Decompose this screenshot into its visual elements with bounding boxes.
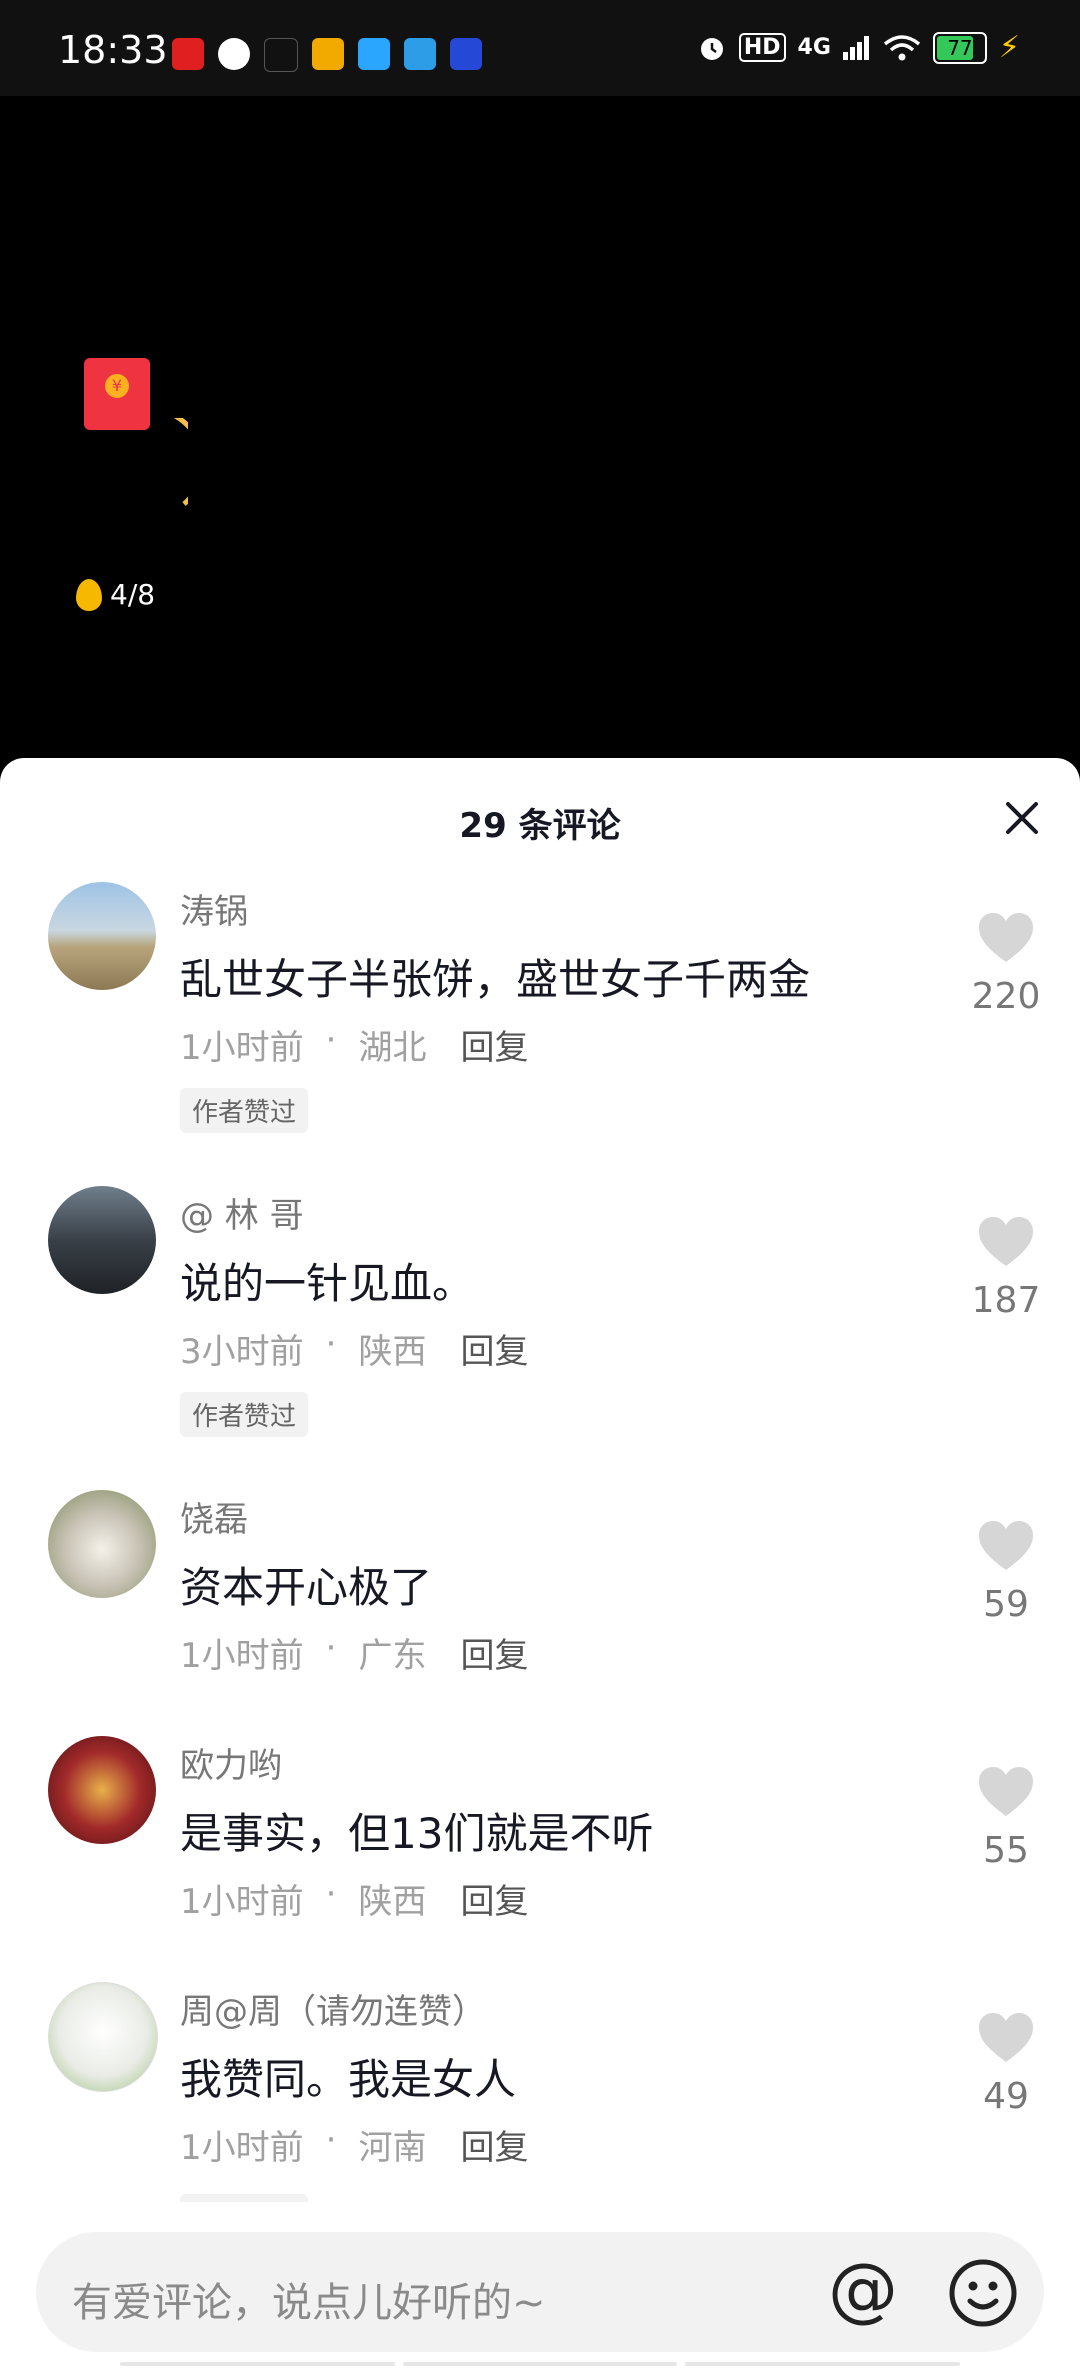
notification-icons (172, 38, 482, 72)
comment-time: 1小时前 (180, 2128, 304, 2168)
comment-meta: 1小时前 · 广东 回复 (180, 1628, 528, 1677)
avatar[interactable] (48, 882, 156, 990)
red-packet-icon[interactable]: ¥ (84, 358, 150, 430)
wifi-icon (883, 34, 921, 60)
comment-username[interactable]: 饶磊 (180, 1492, 248, 1541)
reply-button[interactable]: 回复 (460, 1628, 528, 1677)
comment-username[interactable]: @ 林 哥 (180, 1188, 304, 1237)
avatar[interactable] (48, 1736, 156, 1844)
emoji-button[interactable] (948, 2258, 1018, 2332)
comment-location: 广东 (358, 1636, 427, 1676)
author-liked-badge: 作者赞过 (180, 1088, 309, 1133)
comment-time: 1小时前 (180, 1636, 304, 1676)
like-button[interactable]: 220 (966, 912, 1046, 1017)
like-button[interactable]: 59 (966, 1520, 1046, 1625)
like-count: 59 (983, 1584, 1029, 1625)
hd-badge: HD (738, 33, 786, 62)
mention-button[interactable]: @ (828, 2254, 898, 2324)
network-type: 4G (797, 35, 831, 60)
signal-icon (842, 35, 869, 60)
battery-indicator: 77 (932, 31, 987, 64)
comments-title: 29 条评论 (459, 806, 621, 846)
progress-ring-icon (112, 418, 188, 506)
comment-time: 1小时前 (180, 1882, 304, 1922)
heart-icon (979, 1217, 1033, 1266)
like-button[interactable]: 55 (966, 1766, 1046, 1871)
author-liked-badge: 作者赞过 (180, 1392, 309, 1437)
avatar[interactable] (48, 1186, 156, 1294)
comment-time: 1小时前 (180, 1028, 304, 1068)
comment-meta: 3小时前 · 陕西 回复 (180, 1324, 528, 1373)
battery-level: 77 (947, 35, 973, 60)
home-indicator (120, 2362, 961, 2366)
speed-app-icon (218, 38, 250, 70)
avatar[interactable] (48, 1490, 156, 1598)
reply-button[interactable]: 回复 (460, 1874, 528, 1923)
heart-icon (979, 2013, 1033, 2062)
comment-text: 我赞同。我是女人 (180, 2055, 517, 2104)
smile-icon (949, 2259, 1017, 2327)
charging-icon: ⚡ (998, 30, 1020, 65)
comment-username[interactable]: 周@周（请勿连赞） (180, 1984, 486, 2033)
egg-progress-text: 4/8 (110, 578, 156, 611)
meta-separator: · (325, 2120, 337, 2160)
like-count: 49 (983, 2076, 1029, 2117)
golden-egg-progress: 4/8 (76, 578, 155, 611)
avatar[interactable] (48, 1982, 158, 2092)
meta-separator: · (325, 1324, 337, 1364)
comment-meta: 1小时前 · 湖北 回复 (180, 1020, 528, 1069)
job-app-icon (450, 38, 482, 70)
comment-text: 乱世女子半张饼，盛世女子千两金 (180, 955, 811, 1004)
comment-location: 陕西 (358, 1882, 427, 1922)
heart-icon (979, 1767, 1033, 1816)
golden-egg-icon (76, 578, 102, 611)
comment-location: 河南 (358, 2128, 427, 2168)
comment-meta: 1小时前 · 陕西 回复 (180, 1874, 528, 1923)
like-count: 55 (983, 1830, 1029, 1871)
comment-text: 是事实，但13们就是不听 (180, 1809, 654, 1858)
comment-text: 说的一针见血。 (180, 1259, 475, 1308)
reply-button[interactable]: 回复 (460, 1324, 528, 1373)
meta-separator: · (325, 1874, 337, 1914)
tiktok-app-icon (264, 38, 298, 72)
browser-app-icon (358, 38, 390, 70)
meta-separator: · (325, 1628, 337, 1668)
like-count: 187 (971, 1280, 1041, 1321)
comment-location: 陕西 (358, 1332, 427, 1372)
map-app-icon (404, 38, 436, 70)
close-button[interactable] (1000, 796, 1044, 840)
comment-meta: 1小时前 · 河南 回复 (180, 2120, 528, 2169)
alarm-icon (700, 37, 723, 60)
reply-button[interactable]: 回复 (460, 2120, 528, 2169)
reply-button[interactable]: 回复 (460, 1020, 528, 1069)
like-button[interactable]: 187 (966, 1216, 1046, 1321)
like-count: 220 (971, 976, 1041, 1017)
game-app-icon (312, 38, 344, 70)
status-bar: 18:33 HD 4G 77 ⚡ (0, 0, 1080, 96)
status-indicators: HD 4G 77 ⚡ (697, 30, 1020, 65)
comment-time: 3小时前 (180, 1332, 304, 1372)
toutiao-app-icon (172, 38, 204, 70)
heart-icon (979, 913, 1033, 962)
close-icon (1006, 802, 1038, 834)
list-fade (0, 2202, 1080, 2232)
like-button[interactable]: 49 (966, 2012, 1046, 2117)
comment-input-placeholder: 有爱评论，说点儿好听的~ (72, 2280, 546, 2326)
comment-input[interactable]: 有爱评论，说点儿好听的~ @ (36, 2232, 1044, 2352)
comment-username[interactable]: 涛锅 (180, 884, 248, 933)
comment-location: 湖北 (358, 1028, 427, 1068)
comment-text: 资本开心极了 (180, 1563, 433, 1612)
meta-separator: · (325, 1020, 337, 1060)
heart-icon (979, 1521, 1033, 1570)
comments-sheet: 29 条评论 涛锅 乱世女子半张饼，盛世女子千两金 1小时前 · 湖北 回复 作… (0, 758, 1080, 2376)
comment-username[interactable]: 欧力哟 (180, 1738, 282, 1787)
status-time: 18:33 (58, 28, 168, 72)
